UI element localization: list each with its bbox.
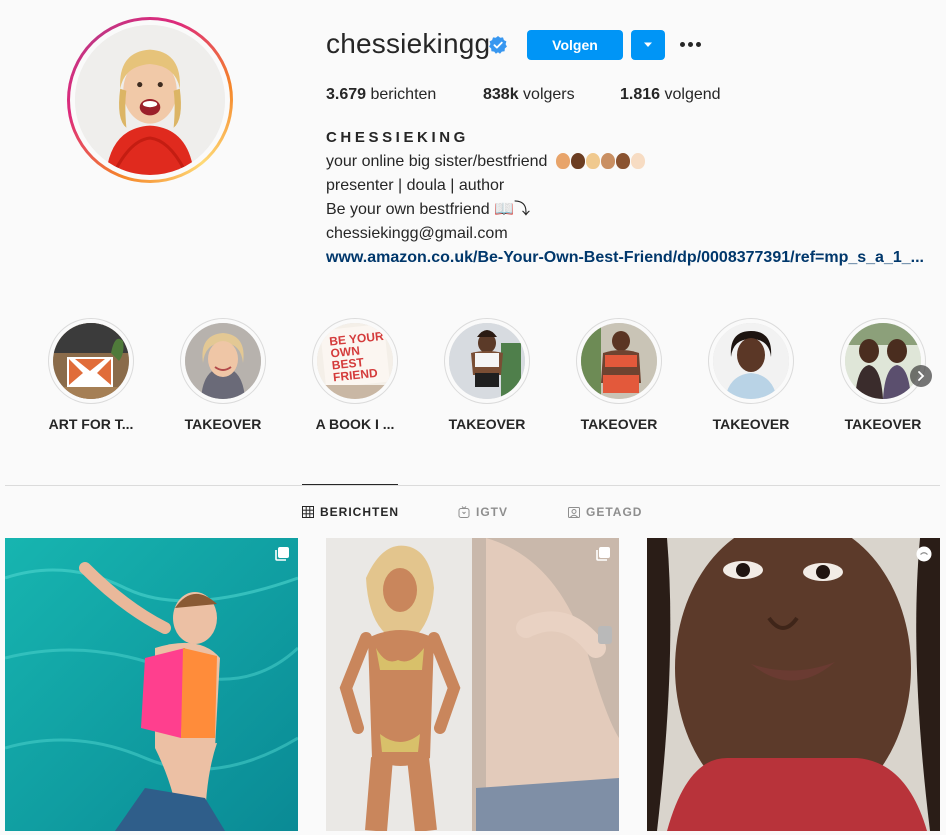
igtv-icon xyxy=(916,546,932,562)
highlight-item[interactable]: BE YOUR OWN BEST FRIEND A BOOK I ... xyxy=(295,318,415,432)
bio-line-2: presenter | doula | author xyxy=(326,177,505,194)
story-highlights: ART FOR T... TAKEOVER BE YOUR OWN BEST F… xyxy=(0,318,946,438)
active-tab-indicator xyxy=(302,484,398,485)
igtv-icon xyxy=(458,506,470,518)
highlight-item[interactable]: ART FOR T... xyxy=(31,318,151,432)
post-thumbnail[interactable] xyxy=(5,538,298,831)
following-count[interactable]: 1.816 volgend xyxy=(620,86,721,104)
carousel-icon xyxy=(596,547,610,561)
carousel-icon xyxy=(275,547,289,561)
bio-line-3: Be your own bestfriend 📖⤵ xyxy=(326,201,531,218)
bio-external-link[interactable]: www.amazon.co.uk/Be-Your-Own-Best-Friend… xyxy=(326,246,936,270)
post-thumbnail[interactable] xyxy=(647,538,940,831)
bio-line-1: your online big sister/bestfriend xyxy=(326,150,936,174)
highlight-item[interactable]: TAKEOVER xyxy=(163,318,283,432)
posts-count: 3.679 berichten xyxy=(326,86,437,103)
tab-igtv[interactable]: IGTV xyxy=(458,505,508,519)
highlight-cover xyxy=(449,323,525,399)
highlight-item[interactable]: TAKEOVER xyxy=(691,318,811,432)
bio-full-name: CHESSIEKING xyxy=(326,129,469,146)
tab-posts[interactable]: BERICHTEN xyxy=(302,505,399,519)
profile-bio: CHESSIEKING your online big sister/bestf… xyxy=(326,126,936,270)
highlight-cover xyxy=(845,323,921,399)
highlight-item[interactable]: TAKEOVER xyxy=(427,318,547,432)
grid-icon xyxy=(302,506,314,518)
tagged-icon xyxy=(568,507,580,518)
profile-avatar-ring[interactable] xyxy=(67,17,233,183)
highlight-cover xyxy=(581,323,657,399)
suggested-accounts-dropdown-button[interactable] xyxy=(631,30,665,60)
highlights-next-button[interactable] xyxy=(910,365,932,387)
post-image xyxy=(5,538,298,831)
highlight-cover xyxy=(713,323,789,399)
followers-count[interactable]: 838k volgers xyxy=(483,86,575,104)
bio-email: chessiekingg@gmail.com xyxy=(326,225,508,242)
profile-username: chessiekingg xyxy=(326,28,491,59)
highlight-cover xyxy=(185,323,261,399)
tab-tagged[interactable]: GETAGD xyxy=(568,505,642,519)
highlight-item[interactable]: TAKEOVER xyxy=(559,318,679,432)
more-options-icon[interactable] xyxy=(676,32,704,56)
profile-avatar xyxy=(75,25,225,175)
post-image xyxy=(326,538,619,831)
chevron-right-icon xyxy=(918,371,925,381)
follow-button[interactable]: Volgen xyxy=(527,30,623,60)
highlight-cover: BE YOUR OWN BEST FRIEND xyxy=(317,323,393,399)
post-thumbnail[interactable] xyxy=(326,538,619,831)
highlight-cover xyxy=(53,323,129,399)
verified-badge-icon xyxy=(488,35,508,55)
tabs-divider xyxy=(5,485,940,486)
family-emoji-icons xyxy=(555,153,645,169)
chevron-down-icon xyxy=(644,42,652,47)
post-image xyxy=(647,538,940,831)
